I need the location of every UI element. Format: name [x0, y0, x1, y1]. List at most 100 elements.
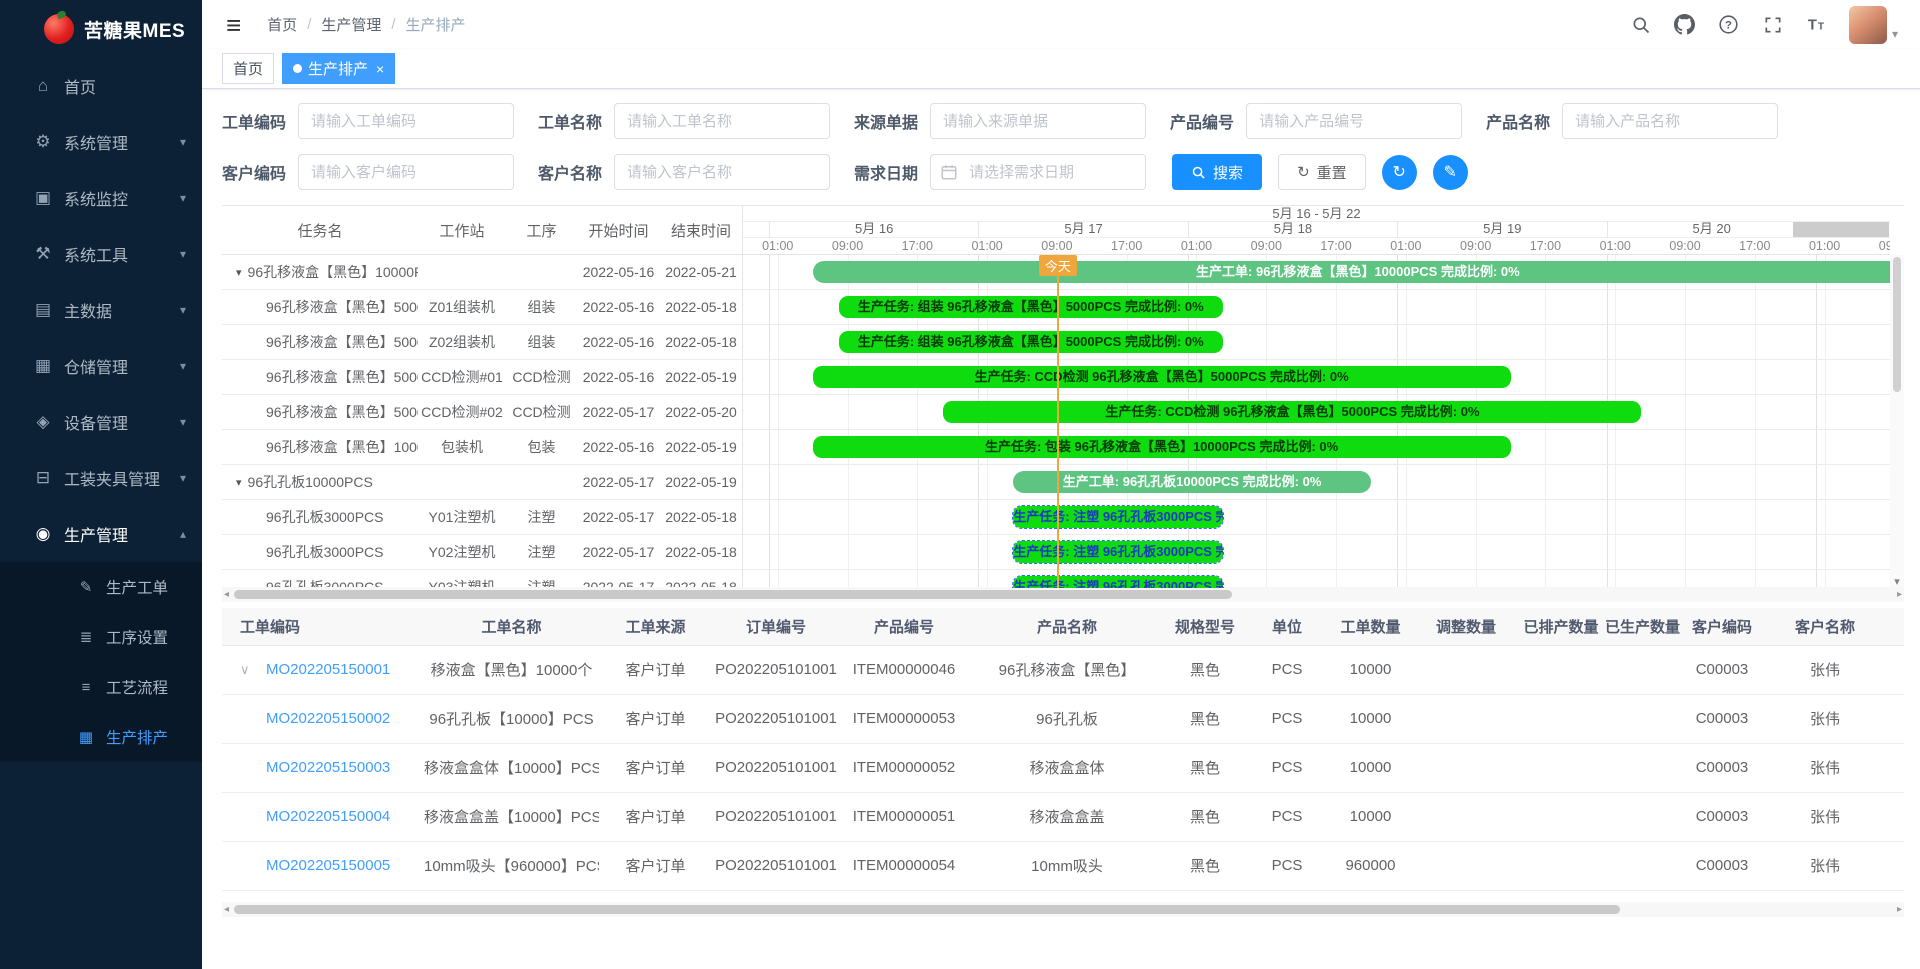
search-button[interactable]: 搜索	[1172, 154, 1262, 190]
sidebar-item-system-admin[interactable]: ⚙系统管理▾	[0, 114, 202, 170]
gantt-scroll-thumb[interactable]	[234, 590, 1232, 599]
date-picker	[930, 154, 1146, 190]
sidebar-item-system-tools[interactable]: ⚒系统工具▾	[0, 226, 202, 282]
gantt-vertical-scrollbar[interactable]: ▾	[1890, 255, 1904, 588]
product-code-input[interactable]	[1246, 103, 1462, 139]
gantt-task-row[interactable]: ▾96孔孔板10000PCS2022-05-172022-05-19	[222, 465, 742, 500]
table-horizontal-scrollbar[interactable]: ◂ ▸	[222, 902, 1904, 917]
gantt-task-row[interactable]: 96孔移液盒【黑色】5000PCSCCD检测#01CCD检测2022-05-16…	[222, 360, 742, 395]
table-scroll-thumb[interactable]	[234, 905, 1620, 914]
task-bar[interactable]: 生产任务: 注塑 96孔孔板3000PCS 完成比例: 0%	[1013, 576, 1222, 588]
order-code-link[interactable]: MO202205150002	[266, 710, 390, 727]
workorder-bar[interactable]: 生产工单: 96孔移液盒【黑色】10000PCS 完成比例: 0%	[813, 261, 1890, 283]
reset-button[interactable]: ↻重置	[1278, 154, 1366, 190]
gantt-task-row[interactable]: 96孔移液盒【黑色】5000PCSZ01组装机组装2022-05-162022-…	[222, 290, 742, 325]
submenu-item-label: 生产排产	[106, 726, 186, 748]
task-name-cell: 96孔移液盒【黑色】5000PCS	[222, 402, 418, 422]
hamburger-icon[interactable]: ≡	[226, 12, 241, 38]
task-cell: 2022-05-16	[577, 369, 660, 385]
order-code-link[interactable]: MO202205150003	[266, 759, 390, 776]
sidebar-item-equipment[interactable]: ◈设备管理▾	[0, 394, 202, 450]
order-code-link[interactable]: MO202205150004	[266, 808, 390, 825]
task-bar[interactable]: 生产任务: CCD检测 96孔移液盒【黑色】5000PCS 完成比例: 0%	[943, 401, 1641, 423]
question-icon[interactable]: ?	[1717, 13, 1741, 37]
orders-table-row: ∨MO202205150001移液盒【黑色】10000个客户订单PO202205…	[222, 645, 1904, 694]
task-cell: 2022-05-18	[660, 509, 742, 525]
app-logo[interactable]: 苦糖果MES	[0, 0, 202, 58]
tab-scheduling[interactable]: 生产排产×	[282, 53, 395, 84]
menu-item-label: 工装夹具管理	[64, 466, 180, 490]
sidebar-item-warehouse[interactable]: ▦仓储管理▾	[0, 338, 202, 394]
task-name-text: 96孔孔板3000PCS	[266, 542, 384, 562]
product-name-input[interactable]	[1562, 103, 1778, 139]
task-name-text: 96孔孔板10000PCS	[248, 472, 373, 492]
order-cell	[1601, 841, 1684, 890]
logo-title: 苦糖果MES	[84, 16, 185, 43]
task-name-text: 96孔移液盒【黑色】5000PCS	[266, 367, 418, 387]
gantt-task-row[interactable]: 96孔孔板3000PCSY01注塑机注塑2022-05-172022-05-18	[222, 500, 742, 535]
sidebar-item-system-monitor[interactable]: ▣系统监控▾	[0, 170, 202, 226]
gantt-task-row[interactable]: 96孔移液盒【黑色】10000PCS包装机包装2022-05-162022-05…	[222, 430, 742, 465]
workorder-bar[interactable]: 生产工单: 96孔孔板10000PCS 完成比例: 0%	[1013, 471, 1371, 493]
scroll-left-arrow-icon[interactable]: ◂	[224, 589, 229, 600]
row-expand-icon[interactable]: ∨	[240, 662, 266, 678]
edit-circle-button[interactable]: ✎	[1433, 155, 1468, 190]
gantt-task-row[interactable]: 96孔孔板3000PCSY03注塑机注塑2022-05-172022-05-18	[222, 570, 742, 588]
search-icon[interactable]	[1629, 13, 1653, 37]
sidebar-item-master-data[interactable]: ▤主数据▾	[0, 282, 202, 338]
process-icon: ≣	[76, 628, 96, 646]
breadcrumb-item[interactable]: 生产管理	[321, 14, 381, 35]
sidebar-item-home[interactable]: ⌂首页	[0, 58, 202, 114]
sidebar-subitem-process-flow[interactable]: ≡工艺流程	[0, 662, 202, 712]
filter-label: 客户名称	[538, 160, 602, 184]
github-icon[interactable]	[1673, 13, 1697, 37]
customer-code-input[interactable]	[298, 154, 514, 190]
gantt-hour-label: 17:00	[1523, 238, 1567, 254]
scroll-right-arrow-icon[interactable]: ▸	[1897, 904, 1902, 915]
orders-column-header: 工单编码	[222, 608, 424, 645]
expand-triangle-icon[interactable]: ▾	[236, 266, 242, 279]
gantt-task-row[interactable]: ▾96孔移液盒【黑色】10000PCS2022-05-162022-05-21	[222, 255, 742, 290]
task-bar[interactable]: 生产任务: 注塑 96孔孔板3000PCS 完成比例: 0%	[1013, 506, 1222, 528]
task-bar[interactable]: 生产任务: CCD检测 96孔移液盒【黑色】5000PCS 完成比例: 0%	[813, 366, 1511, 388]
sidebar-item-fixture[interactable]: ⊟工装夹具管理▾	[0, 450, 202, 506]
sidebar-subitem-scheduling[interactable]: ▦生产排产	[0, 712, 202, 762]
gantt-task-row[interactable]: 96孔移液盒【黑色】5000PCSCCD检测#02CCD检测2022-05-17…	[222, 395, 742, 430]
menu-item-label: 系统监控	[64, 186, 180, 210]
workorder-code-input[interactable]	[298, 103, 514, 139]
order-cell	[1411, 792, 1521, 841]
sidebar-subitem-workorder[interactable]: ✎生产工单	[0, 562, 202, 612]
scroll-left-arrow-icon[interactable]: ◂	[224, 904, 229, 915]
gantt-hour-label: 09:00	[1035, 238, 1079, 254]
task-bar[interactable]: 生产任务: 包装 96孔移液盒【黑色】10000PCS 完成比例: 0%	[813, 436, 1511, 458]
sidebar-item-production[interactable]: ◉生产管理▴	[0, 506, 202, 562]
fullscreen-icon[interactable]	[1761, 13, 1785, 37]
task-cell: 2022-05-16	[577, 299, 660, 315]
gantt-horizontal-scrollbar[interactable]: ◂ ▸	[222, 587, 1904, 602]
scroll-right-arrow-icon[interactable]: ▸	[1897, 589, 1902, 600]
user-menu[interactable]: ▾	[1849, 6, 1898, 44]
tab-home[interactable]: 首页	[222, 53, 274, 84]
order-cell: PCS	[1244, 645, 1330, 694]
breadcrumb-item[interactable]: 首页	[267, 14, 297, 35]
order-cell: PO202205101001	[712, 743, 840, 792]
gantt-hour-label: 01:00	[1803, 238, 1847, 254]
order-code-link[interactable]: MO202205150001	[266, 661, 390, 678]
tab-close-icon[interactable]: ×	[376, 61, 384, 77]
tab-label: 首页	[233, 58, 263, 79]
font-size-icon[interactable]: TT	[1805, 13, 1829, 37]
source-doc-input[interactable]	[930, 103, 1146, 139]
gantt-task-row[interactable]: 96孔孔板3000PCSY02注塑机注塑2022-05-172022-05-18	[222, 535, 742, 570]
vertical-scroll-thumb[interactable]	[1893, 257, 1901, 392]
sidebar-subitem-process-setting[interactable]: ≣工序设置	[0, 612, 202, 662]
task-bar[interactable]: 生产任务: 注塑 96孔孔板3000PCS 完成比例: 0%	[1013, 541, 1222, 563]
workorder-name-input[interactable]	[614, 103, 830, 139]
expand-triangle-icon[interactable]: ▾	[236, 476, 242, 489]
order-code-link[interactable]: MO202205150005	[266, 857, 390, 874]
task-bar[interactable]: 生产任务: 组装 96孔移液盒【黑色】5000PCS 完成比例: 0%	[839, 296, 1223, 318]
refresh-circle-button[interactable]: ↻	[1382, 155, 1417, 190]
customer-name-input[interactable]	[614, 154, 830, 190]
demand-date-input[interactable]	[930, 154, 1146, 190]
gantt-task-row[interactable]: 96孔移液盒【黑色】5000PCSZ02组装机组装2022-05-162022-…	[222, 325, 742, 360]
task-bar[interactable]: 生产任务: 组装 96孔移液盒【黑色】5000PCS 完成比例: 0%	[839, 331, 1223, 353]
